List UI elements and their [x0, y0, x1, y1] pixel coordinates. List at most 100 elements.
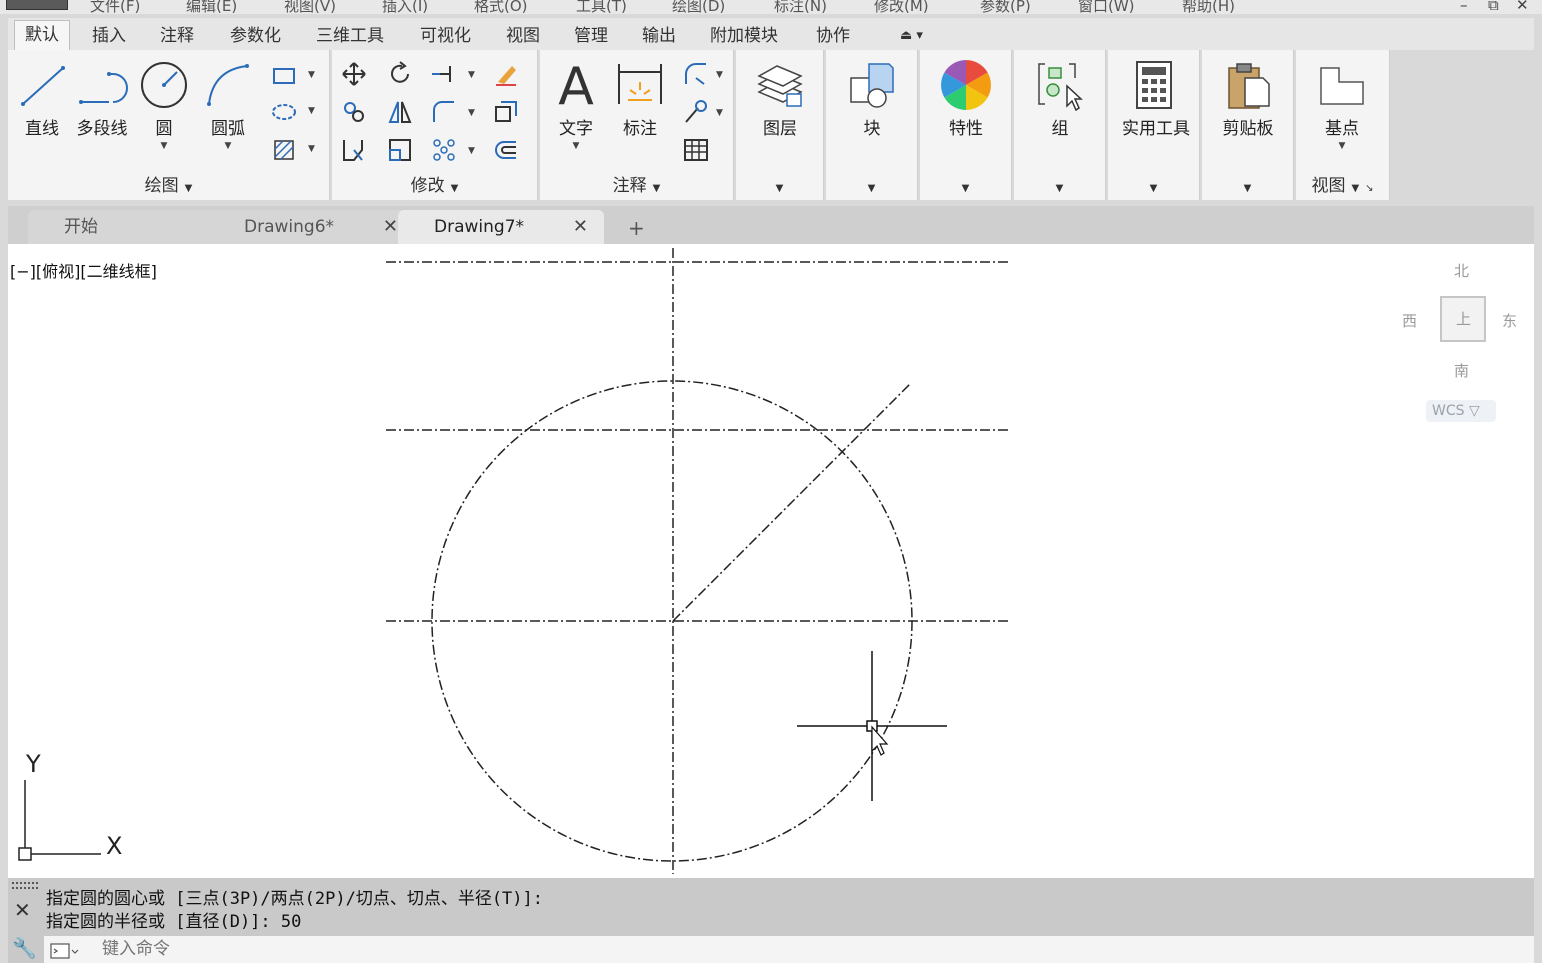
- command-prompt-icon[interactable]: [50, 942, 80, 960]
- layers-dropdown-icon[interactable]: ▼: [736, 183, 823, 194]
- line-tool[interactable]: 直线: [10, 58, 74, 139]
- menu-window[interactable]: 窗口(W): [1078, 0, 1135, 14]
- viewcube-north[interactable]: 北: [1454, 260, 1469, 281]
- viewcube-top-face[interactable]: 上: [1440, 296, 1486, 342]
- application-menu-button[interactable]: [6, 0, 68, 10]
- leader-dropdown-icon[interactable]: ▼: [716, 70, 723, 80]
- menu-dimension[interactable]: 标注(N): [774, 0, 827, 14]
- hatch-dropdown-icon[interactable]: ▼: [308, 144, 315, 154]
- block-tool[interactable]: 块: [840, 58, 904, 139]
- hatch-icon[interactable]: [270, 136, 298, 164]
- close-icon[interactable]: ✕: [573, 210, 588, 244]
- tab-output[interactable]: 输出: [632, 22, 686, 50]
- trim-icon[interactable]: [430, 60, 458, 88]
- tab-collaborate[interactable]: 协作: [806, 22, 860, 50]
- table-icon[interactable]: [682, 136, 710, 164]
- clipboard-tool[interactable]: 剪贴板: [1216, 58, 1280, 139]
- close-icon[interactable]: ✕: [14, 898, 31, 922]
- menu-help[interactable]: 帮助(H): [1182, 0, 1235, 14]
- properties-tool[interactable]: 特性: [934, 58, 998, 139]
- clipboard-dropdown-icon[interactable]: ▼: [1202, 183, 1293, 194]
- viewcube-south[interactable]: 南: [1454, 360, 1469, 381]
- trim-dropdown-icon[interactable]: ▼: [468, 70, 475, 80]
- groups-dropdown-icon[interactable]: ▼: [1014, 183, 1105, 194]
- rectangle-icon[interactable]: [270, 62, 298, 90]
- wcs-dropdown[interactable]: WCS ▽: [1426, 400, 1496, 422]
- view-panel-title[interactable]: 视图 ▼ ↘: [1296, 176, 1389, 196]
- menu-modify[interactable]: 修改(M): [874, 0, 929, 14]
- arc-tool[interactable]: 圆弧 ▼: [196, 58, 260, 151]
- tab-manage[interactable]: 管理: [564, 22, 618, 50]
- viewcube[interactable]: 北 西 东 南 上 WCS ▽: [1398, 258, 1528, 428]
- command-input[interactable]: [102, 938, 702, 960]
- scale-icon[interactable]: [386, 136, 414, 164]
- annotation-panel-title[interactable]: 注释 ▼: [540, 176, 733, 196]
- doc-tab-start[interactable]: 开始: [28, 210, 228, 244]
- ribbon-minimize-toggle[interactable]: ⏏ ▾: [890, 22, 933, 50]
- tab-visualize[interactable]: 可视化: [410, 22, 481, 50]
- copy-icon[interactable]: [340, 98, 368, 126]
- offset-icon[interactable]: [492, 136, 520, 164]
- erase-icon[interactable]: [492, 60, 520, 88]
- text-tool[interactable]: A 文字 ▼: [544, 58, 608, 151]
- restore-button[interactable]: ⧉: [1488, 0, 1499, 14]
- array-dropdown-icon[interactable]: ▼: [468, 146, 475, 156]
- drawing-canvas[interactable]: Y X [−][俯视][二维线框] 北 西 东 南 上 WCS ▽: [8, 244, 1534, 878]
- tab-parametric[interactable]: 参数化: [220, 22, 291, 50]
- tab-insert[interactable]: 插入: [82, 22, 136, 50]
- layers-tool[interactable]: 图层: [748, 58, 812, 139]
- modify-panel-title[interactable]: 修改 ▼: [332, 176, 537, 196]
- close-icon[interactable]: ✕: [383, 210, 398, 244]
- block-dropdown-icon[interactable]: ▼: [826, 183, 917, 194]
- minimize-button[interactable]: –: [1460, 0, 1468, 14]
- rotate-icon[interactable]: [386, 60, 414, 88]
- wrench-icon[interactable]: 🔧: [12, 936, 37, 960]
- doc-tab-drawing6[interactable]: Drawing6* ✕: [208, 210, 414, 244]
- tab-default[interactable]: 默认: [14, 20, 70, 50]
- tab-3d-tools[interactable]: 三维工具: [306, 22, 394, 50]
- new-tab-button[interactable]: +: [628, 216, 645, 240]
- utilities-dropdown-icon[interactable]: ▼: [1108, 183, 1199, 194]
- menu-edit[interactable]: 编辑(E): [186, 0, 237, 14]
- fillet-dropdown-icon[interactable]: ▼: [468, 108, 475, 118]
- fillet-icon[interactable]: [430, 98, 458, 126]
- tab-view[interactable]: 视图: [496, 22, 550, 50]
- array-icon[interactable]: [430, 136, 458, 164]
- utilities-tool[interactable]: 实用工具: [1122, 58, 1190, 139]
- menu-draw[interactable]: 绘图(D): [672, 0, 725, 14]
- close-button[interactable]: ✕: [1516, 0, 1529, 14]
- move-icon[interactable]: [340, 60, 368, 88]
- menu-insert[interactable]: 插入(I): [382, 0, 428, 14]
- tab-addins[interactable]: 附加模块: [700, 22, 788, 50]
- ellipse-dropdown-icon[interactable]: ▼: [308, 106, 315, 116]
- polyline-tool[interactable]: 多段线: [70, 58, 134, 139]
- menu-parametric[interactable]: 参数(P): [980, 0, 1031, 14]
- dimension-tool[interactable]: 标注: [608, 58, 672, 139]
- rectangle-dropdown-icon[interactable]: ▼: [308, 70, 315, 80]
- menu-file[interactable]: 文件(F): [90, 0, 140, 14]
- multileader-icon[interactable]: [682, 98, 710, 126]
- dialog-launcher-icon[interactable]: ↘: [1365, 183, 1373, 194]
- doc-tab-drawing7[interactable]: Drawing7* ✕: [398, 210, 604, 244]
- leader-icon[interactable]: [682, 60, 710, 88]
- viewport-controls-label[interactable]: [−][俯视][二维线框]: [10, 258, 157, 282]
- menu-format[interactable]: 格式(O): [474, 0, 528, 14]
- ellipse-icon[interactable]: [270, 98, 298, 126]
- properties-dropdown-icon[interactable]: ▼: [920, 183, 1011, 194]
- arc-dropdown-icon[interactable]: ▼: [196, 141, 260, 151]
- mirror-icon[interactable]: [386, 98, 414, 126]
- viewcube-west[interactable]: 西: [1402, 310, 1417, 331]
- group-tool[interactable]: 组: [1028, 58, 1092, 139]
- draw-panel-title[interactable]: 绘图 ▼: [8, 176, 329, 196]
- tab-annotate[interactable]: 注释: [150, 22, 204, 50]
- grip-icon[interactable]: [12, 882, 40, 892]
- base-view-tool[interactable]: 基点 ▼: [1310, 58, 1374, 151]
- circle-tool[interactable]: 圆 ▼: [132, 58, 196, 151]
- menu-view[interactable]: 视图(V): [284, 0, 336, 14]
- multileader-dropdown-icon[interactable]: ▼: [716, 108, 723, 118]
- viewcube-east[interactable]: 东: [1502, 310, 1517, 331]
- text-dropdown-icon[interactable]: ▼: [544, 141, 608, 151]
- base-view-dropdown-icon[interactable]: ▼: [1310, 141, 1374, 151]
- menu-tools[interactable]: 工具(T): [576, 0, 627, 14]
- stretch-icon[interactable]: [340, 136, 368, 164]
